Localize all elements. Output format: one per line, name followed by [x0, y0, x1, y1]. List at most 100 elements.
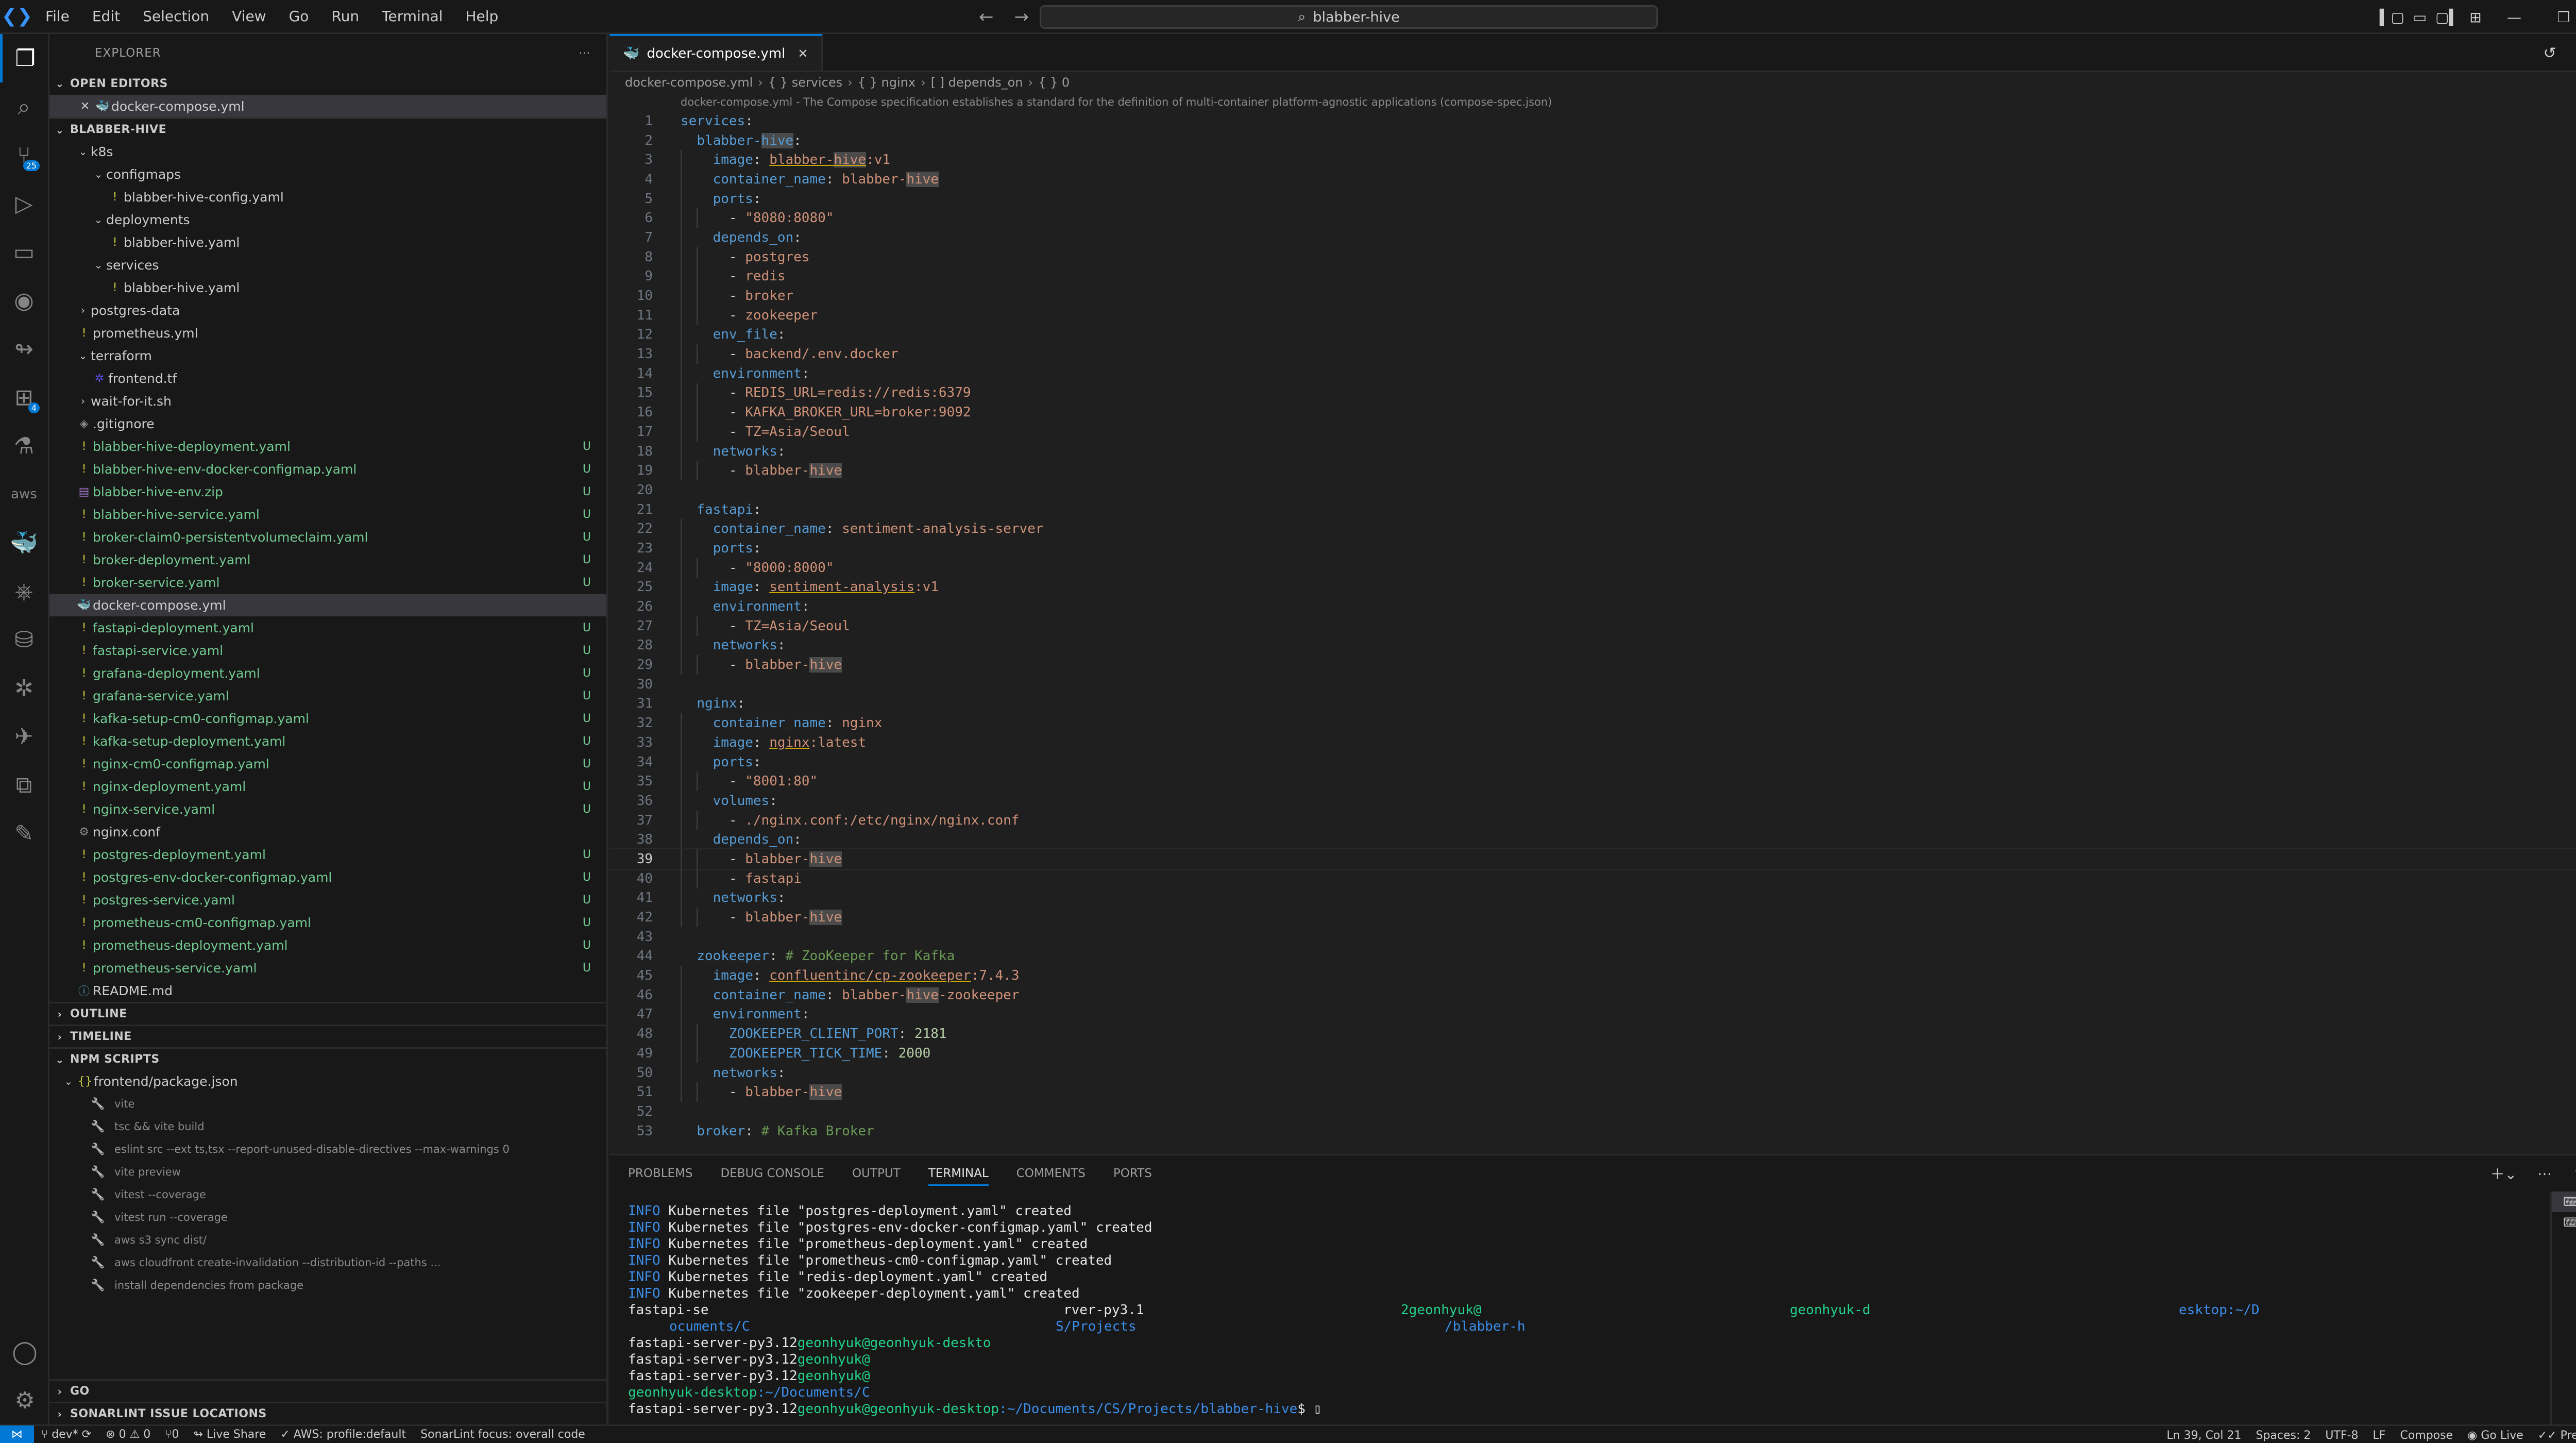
terraform-icon[interactable]: ✲ — [0, 664, 48, 712]
file-tree-item[interactable]: ! blabber-hive.yaml — [49, 231, 606, 254]
github-icon[interactable]: ◉ — [0, 276, 48, 325]
sonarlint-header[interactable]: › SONARLINT ISSUE LOCATIONS — [49, 1402, 606, 1424]
timeline-header[interactable]: › TIMELINE — [49, 1025, 606, 1047]
file-tree-item[interactable]: ! nginx-cm0-configmap.yaml U — [49, 752, 606, 775]
terminal-output[interactable]: INFO Kubernetes file "postgres-deploymen… — [628, 1203, 2534, 1419]
menu-help[interactable]: Help — [454, 8, 510, 25]
file-tree-item[interactable]: ! prometheus.yml — [49, 322, 606, 344]
npm-scripts-header[interactable]: ⌄ NPM SCRIPTS — [49, 1047, 606, 1070]
containers-icon[interactable]: ⧉ — [0, 761, 48, 809]
code-view[interactable]: 1 services: 2 blabber-hive: 3 image: blabbe… — [609, 111, 2576, 1154]
menu-selection[interactable]: Selection — [131, 8, 221, 25]
file-tree-item[interactable]: ! postgres-env-docker-configmap.yaml U — [49, 866, 606, 888]
file-tree-item[interactable]: ◈ .gitignore — [49, 412, 606, 435]
breadcrumb-item[interactable]: { } 0 — [1038, 75, 1070, 90]
remote-explorer-icon[interactable]: ▭ — [0, 228, 48, 276]
encoding[interactable]: UTF-8 — [2318, 1429, 2365, 1442]
file-tree-item[interactable]: › postgres-data — [49, 299, 606, 322]
file-tree-item[interactable]: ! fastapi-deployment.yaml U — [49, 616, 606, 639]
open-editors-header[interactable]: ⌄ OPEN EDITORS — [49, 72, 606, 95]
file-tree-item[interactable]: ! blabber-hive-service.yaml U — [49, 503, 606, 526]
tab-debug-console[interactable]: DEBUG CONSOLE — [721, 1167, 824, 1180]
cursor-position[interactable]: Ln 39, Col 21 — [2159, 1429, 2248, 1442]
command-center-search[interactable]: ⌕ blabber-hive — [1040, 5, 1658, 29]
forward-arrow-icon[interactable]: → — [1014, 7, 1029, 27]
npm-script-item[interactable]: 🔧 tsc && vite build — [49, 1115, 606, 1138]
maximize-panel-icon[interactable]: ⌃ — [2572, 1165, 2576, 1182]
npm-script-item[interactable]: 🔧 aws s3 sync dist/ — [49, 1229, 606, 1251]
toggle-sidebar-icon[interactable]: ▍▢ — [2378, 9, 2406, 26]
npm-package-item[interactable]: ⌄ {} frontend/package.json — [49, 1070, 606, 1093]
breadcrumb-item[interactable]: [ ] depends_on — [931, 75, 1023, 90]
npm-script-item[interactable]: 🔧 vitest run --coverage — [49, 1206, 606, 1229]
file-tree-item[interactable]: ! grafana-deployment.yaml U — [49, 662, 606, 684]
file-tree-item[interactable]: ⚙ nginx.conf — [49, 820, 606, 843]
rest-client-icon[interactable]: ✈ — [0, 712, 48, 761]
database-icon[interactable]: ⛁ — [0, 615, 48, 664]
editor-tab[interactable]: 🐳 docker-compose.yml ✕ — [609, 34, 823, 71]
file-tree-item[interactable]: ⌄ services — [49, 254, 606, 276]
file-tree-item[interactable]: ! fastapi-service.yaml U — [49, 639, 606, 662]
open-editor-item[interactable]: ✕ 🐳 docker-compose.yml — [49, 95, 606, 118]
close-icon[interactable]: ✕ — [76, 100, 94, 113]
live-share-indicator[interactable]: ↬ Live Share — [187, 1428, 274, 1441]
file-tree-item[interactable]: ! broker-claim0-persistentvolumeclaim.yam… — [49, 526, 606, 548]
file-tree-item[interactable]: ! blabber-hive-config.yaml — [49, 186, 606, 208]
go-live-button[interactable]: ◉ Go Live — [2460, 1429, 2531, 1442]
file-tree-item[interactable]: ▤ blabber-hive-env.zip U — [49, 480, 606, 503]
menu-terminal[interactable]: Terminal — [370, 8, 454, 25]
file-tree-item[interactable]: ⓘ README.md — [49, 979, 606, 1002]
outline-header[interactable]: › OUTLINE — [49, 1002, 606, 1025]
file-tree-item[interactable]: ✲ frontend.tf — [49, 367, 606, 390]
menu-edit[interactable]: Edit — [81, 8, 131, 25]
close-tab-icon[interactable]: ✕ — [798, 46, 808, 61]
file-tree-item[interactable]: ! broker-service.yaml U — [49, 571, 606, 594]
file-tree-item[interactable]: 🐳 docker-compose.yml — [49, 594, 606, 616]
file-tree-item[interactable]: ! broker-deployment.yaml U — [49, 548, 606, 571]
file-tree-item[interactable]: ⌄ configmaps — [49, 163, 606, 186]
file-tree-item[interactable]: ! prometheus-cm0-configmap.yaml U — [49, 911, 606, 934]
explorer-icon[interactable]: ❐ — [0, 34, 48, 82]
timeline-history-icon[interactable]: ↺ — [2544, 44, 2556, 62]
panel-more-icon[interactable]: ⋯ — [2537, 1165, 2552, 1182]
menu-go[interactable]: Go — [278, 8, 320, 25]
settings-gear-icon[interactable]: ⚙ — [0, 1376, 49, 1424]
branch-indicator[interactable]: ⑂ dev* ⟳ — [34, 1428, 98, 1441]
live-share-icon[interactable]: ↬ — [0, 325, 48, 373]
minimize-icon[interactable]: — — [2489, 9, 2539, 26]
restore-icon[interactable]: ❐ — [2539, 9, 2576, 26]
npm-script-item[interactable]: 🔧 vite — [49, 1093, 606, 1115]
npm-script-item[interactable]: 🔧 eslint src --ext ts,tsx --report-unused… — [49, 1138, 606, 1161]
toggle-panel-icon[interactable]: ▭ — [2406, 9, 2434, 26]
menu-view[interactable]: View — [221, 8, 277, 25]
file-tree-item[interactable]: ! kafka-setup-cm0-configmap.yaml U — [49, 707, 606, 730]
sonar-indicator[interactable]: SonarLint focus: overall code — [413, 1428, 592, 1441]
problems-indicator[interactable]: ⊗ 0 ⚠ 0 — [98, 1428, 158, 1441]
line-ending[interactable]: LF — [2366, 1429, 2393, 1442]
file-tree-item[interactable]: ! grafana-service.yaml U — [49, 684, 606, 707]
tab-problems[interactable]: PROBLEMS — [628, 1167, 693, 1180]
file-tree-item[interactable]: ⌄ terraform — [49, 344, 606, 367]
toggle-secondary-sidebar-icon[interactable]: ▢▍ — [2434, 9, 2462, 26]
source-control-icon[interactable]: ⑂ 25 — [0, 131, 48, 179]
testing-icon[interactable]: ⚗ — [0, 422, 48, 470]
prettier-indicator[interactable]: ✓✓ Prettier — [2531, 1429, 2576, 1442]
file-tree-item[interactable]: ! nginx-service.yaml U — [49, 798, 606, 820]
back-arrow-icon[interactable]: ← — [979, 7, 994, 27]
file-tree-item[interactable]: ! postgres-deployment.yaml U — [49, 843, 606, 866]
file-tree-item[interactable]: ! postgres-service.yaml U — [49, 888, 606, 911]
file-tree-item[interactable]: ! nginx-deployment.yaml U — [49, 775, 606, 798]
terminal-instance[interactable]: ⌨bash — [2552, 1192, 2576, 1212]
tab-comments[interactable]: COMMENTS — [1016, 1167, 1086, 1180]
aws-icon[interactable]: aws — [0, 470, 48, 518]
npm-script-item[interactable]: 🔧 install dependencies from package — [49, 1274, 606, 1297]
file-tree-item[interactable]: ! blabber-hive.yaml — [49, 276, 606, 299]
menu-file[interactable]: File — [34, 8, 81, 25]
file-tree-item[interactable]: ⌄ deployments — [49, 208, 606, 231]
file-tree-item[interactable]: ! prometheus-service.yaml U — [49, 957, 606, 979]
npm-script-item[interactable]: 🔧 aws cloudfront create-invalidation --di… — [49, 1251, 606, 1274]
customize-layout-icon[interactable]: ⊞ — [2462, 9, 2489, 26]
tab-terminal[interactable]: TERMINAL — [928, 1167, 989, 1186]
breadcrumb-item[interactable]: { } nginx — [858, 75, 916, 90]
docker-icon[interactable]: 🐳 — [0, 518, 48, 567]
